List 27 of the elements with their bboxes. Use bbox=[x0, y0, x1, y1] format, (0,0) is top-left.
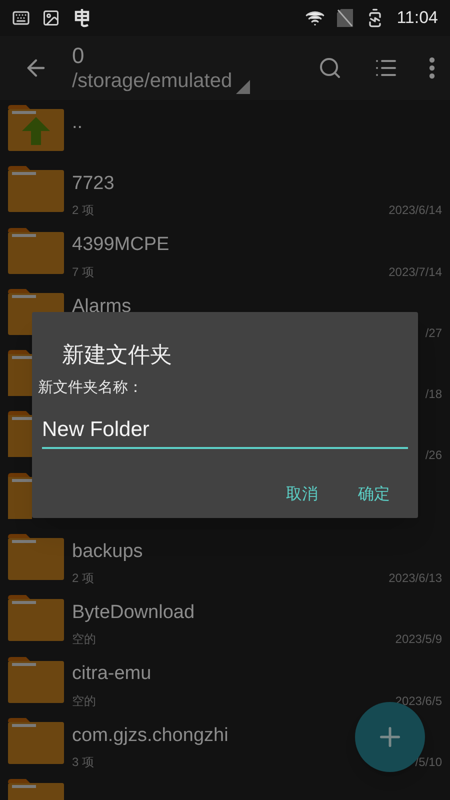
field-label: 新文件夹名称： bbox=[38, 378, 144, 398]
modified-date: /5/10 bbox=[415, 754, 442, 771]
modified-date: 2023/6/14 bbox=[388, 202, 442, 220]
item-count: 3 项 bbox=[72, 754, 94, 771]
item-count: 空的 bbox=[72, 631, 96, 648]
folder-name: 7723 bbox=[72, 172, 114, 196]
item-count: 2 项 bbox=[72, 570, 94, 588]
folder-name: ByteDownload bbox=[72, 601, 195, 626]
folder-name: Alarms bbox=[72, 294, 132, 319]
modified-date: /27 bbox=[425, 324, 442, 342]
toolbar-title: 0 bbox=[72, 42, 86, 70]
folder-name: .. bbox=[72, 110, 83, 135]
item-count: 空的 bbox=[72, 692, 96, 710]
modified-date: /18 bbox=[425, 386, 442, 404]
modified-date: 2023/6/5 bbox=[395, 692, 442, 710]
modified-date: /26 bbox=[425, 447, 442, 464]
modified-date: 2023/6/13 bbox=[388, 570, 442, 588]
item-count: 2 项 bbox=[72, 202, 94, 220]
folder-name: backups bbox=[72, 540, 143, 564]
modified-date: 2023/5/9 bbox=[395, 631, 442, 648]
folder-name: 4399MCPE bbox=[72, 233, 170, 258]
folder-name: citra-emu bbox=[72, 662, 152, 686]
folder-name: com.gjzs.chongzhi bbox=[72, 724, 228, 748]
item-count: 7 项 bbox=[72, 264, 94, 281]
status-time: 11:04 bbox=[396, 7, 438, 30]
dialog-title: 新建文件夹 bbox=[62, 341, 173, 369]
modified-date: 2023/7/14 bbox=[388, 264, 442, 281]
